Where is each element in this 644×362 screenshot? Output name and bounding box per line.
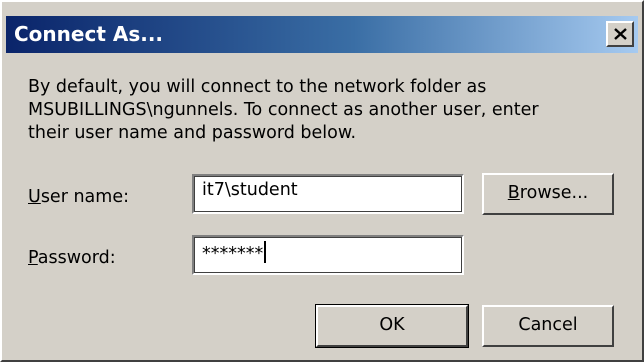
message-line-3: their user name and password below. (28, 123, 357, 143)
username-label: User name: (28, 186, 129, 208)
password-label: Password: (28, 247, 116, 269)
cancel-button[interactable]: Cancel (482, 305, 614, 347)
ok-button[interactable]: OK (315, 304, 469, 348)
username-label-rest: ser name: (40, 187, 129, 207)
username-input[interactable]: it7\student (192, 174, 464, 214)
window-title: Connect As... (14, 22, 164, 46)
close-icon (614, 28, 627, 40)
text-caret (264, 241, 267, 263)
password-value: ******* (202, 244, 264, 264)
username-value: it7\student (202, 180, 298, 200)
username-label-mnemonic: U (28, 187, 41, 207)
password-input[interactable]: ******* (192, 235, 464, 275)
message-line-2: MSUBILLINGS\ngunnels. To connect as anot… (28, 100, 539, 120)
browse-button[interactable]: Browse... (482, 173, 614, 215)
password-label-mnemonic: P (28, 248, 38, 268)
message-line-1: By default, you will connect to the netw… (28, 77, 487, 97)
connect-as-dialog: Connect As... By default, you will conne… (0, 0, 644, 362)
browse-label: rowse... (519, 183, 589, 203)
browse-mnemonic: B (507, 183, 520, 203)
info-message: By default, you will connect to the netw… (28, 76, 628, 145)
password-label-rest: assword: (37, 248, 116, 268)
title-bar[interactable]: Connect As... (6, 16, 638, 53)
close-button[interactable] (606, 21, 634, 47)
